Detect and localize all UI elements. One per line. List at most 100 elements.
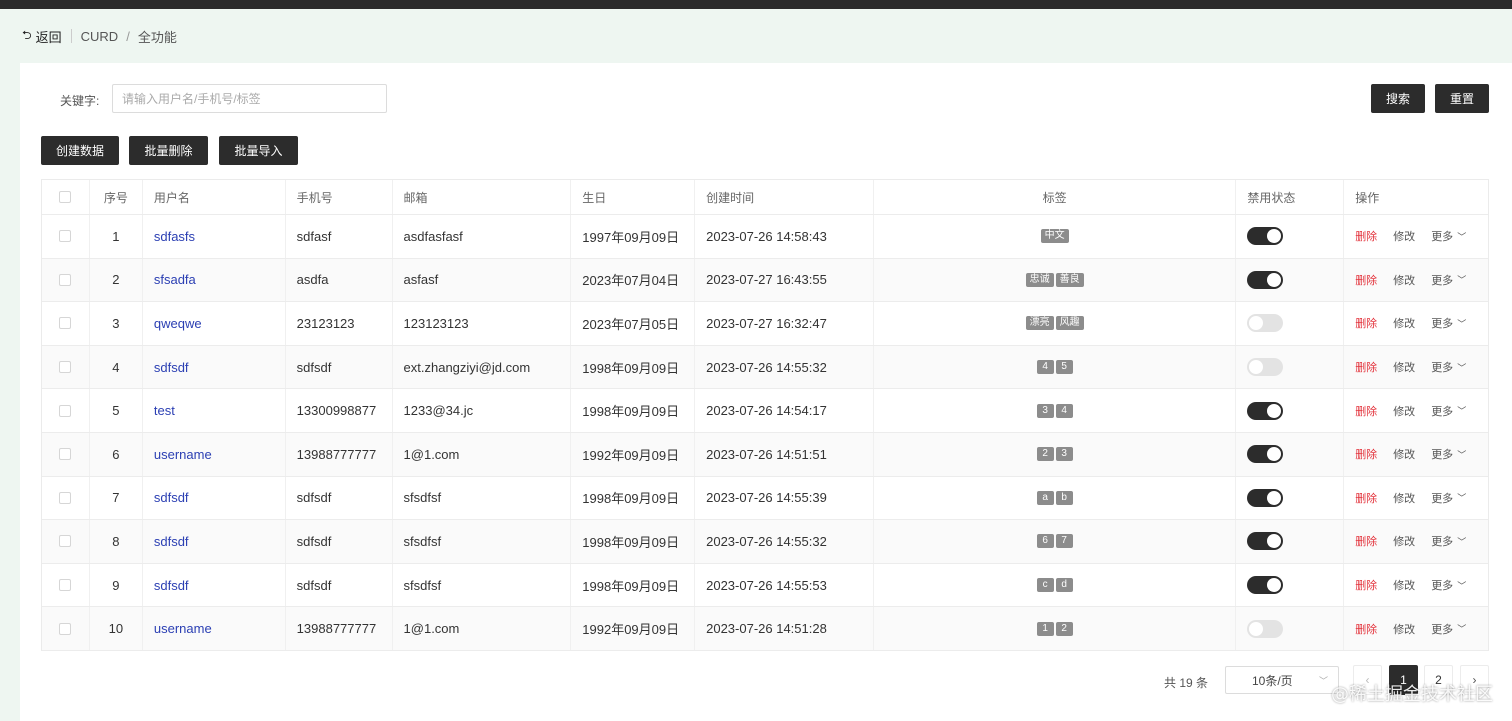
header-select-all — [42, 180, 90, 214]
tags-cell: ab — [874, 476, 1237, 520]
delete-button[interactable]: 删除 — [1355, 446, 1377, 462]
username-link[interactable]: sfsadfa — [154, 272, 196, 287]
more-dropdown[interactable]: 更多 ﹀ — [1431, 359, 1466, 375]
username-cell: sdfsdf — [143, 520, 286, 563]
row-checkbox[interactable] — [59, 273, 72, 286]
more-dropdown[interactable]: 更多 ﹀ — [1431, 533, 1466, 549]
username-link[interactable]: sdfasfs — [154, 229, 195, 244]
toggle-knob — [1267, 447, 1282, 462]
more-dropdown[interactable]: 更多 ﹀ — [1431, 228, 1466, 244]
delete-button[interactable]: 删除 — [1355, 621, 1377, 637]
edit-button[interactable]: 修改 — [1393, 228, 1415, 244]
phone-cell: 13988777777 — [286, 432, 393, 476]
delete-button[interactable]: 删除 — [1355, 359, 1377, 375]
delete-button[interactable]: 删除 — [1355, 228, 1377, 244]
disable-toggle[interactable] — [1247, 314, 1284, 333]
delete-button[interactable]: 删除 — [1355, 315, 1377, 331]
reset-button[interactable]: 重置 — [1435, 84, 1489, 113]
edit-button[interactable]: 修改 — [1393, 490, 1415, 506]
row-checkbox[interactable] — [59, 579, 72, 592]
batch-delete-button[interactable]: 批量删除 — [129, 136, 208, 165]
more-dropdown[interactable]: 更多 ﹀ — [1431, 315, 1466, 331]
edit-button[interactable]: 修改 — [1393, 533, 1415, 549]
disable-toggle[interactable] — [1247, 532, 1284, 551]
more-dropdown[interactable]: 更多 ﹀ — [1431, 621, 1466, 637]
page-size-select[interactable]: 10条/页 ﹀ — [1225, 666, 1339, 694]
delete-button[interactable]: 删除 — [1355, 403, 1377, 419]
username-link[interactable]: sdfsdf — [154, 360, 189, 375]
email-cell: 1@1.com — [393, 432, 572, 476]
row-checkbox[interactable] — [59, 491, 72, 504]
actions-cell: 删除 修改 更多 ﹀ — [1344, 564, 1488, 607]
header-cell: 生日 — [571, 180, 696, 214]
username-link[interactable]: sdfsdf — [154, 534, 189, 549]
row-checkbox[interactable] — [59, 622, 72, 635]
more-dropdown[interactable]: 更多 ﹀ — [1431, 403, 1466, 419]
edit-button[interactable]: 修改 — [1393, 272, 1415, 288]
disable-toggle[interactable] — [1247, 358, 1284, 377]
edit-button[interactable]: 修改 — [1393, 446, 1415, 462]
created-time-cell: 2023-07-26 14:55:53 — [695, 563, 874, 607]
row-checkbox[interactable] — [59, 535, 72, 548]
more-dropdown[interactable]: 更多 ﹀ — [1431, 446, 1466, 462]
disable-toggle[interactable] — [1247, 445, 1284, 464]
edit-button[interactable]: 修改 — [1393, 359, 1415, 375]
back-button[interactable]: ⮌ 返回 — [22, 26, 62, 47]
row-checkbox[interactable] — [59, 230, 72, 243]
actions-cell: 删除 修改 更多 ﹀ — [1344, 607, 1488, 650]
birthday-cell: 1998年09月09日 — [571, 389, 696, 432]
tag-badge: b — [1055, 490, 1073, 505]
birthday-cell: 2023年07月04日 — [571, 258, 696, 302]
chevron-down-icon: ﹀ — [1457, 275, 1467, 286]
row-checkbox[interactable] — [59, 448, 72, 461]
username-link[interactable]: sdfsdf — [154, 490, 189, 505]
birthday-cell: 1998年09月09日 — [571, 345, 696, 389]
disable-toggle[interactable] — [1247, 270, 1284, 289]
table-row: 5 test 13300998877 1233@34.jc 1998年09月09日 202… — [42, 389, 1488, 433]
delete-button[interactable]: 删除 — [1355, 272, 1377, 288]
delete-button[interactable]: 删除 — [1355, 533, 1377, 549]
toggle-knob — [1267, 403, 1282, 418]
username-link[interactable]: sdfsdf — [154, 578, 189, 593]
header-cell: 序号 — [90, 180, 143, 214]
delete-button[interactable]: 删除 — [1355, 577, 1377, 593]
phone-cell: 13988777777 — [286, 607, 393, 650]
tag-badge: 4 — [1055, 403, 1073, 418]
more-dropdown[interactable]: 更多 ﹀ — [1431, 577, 1466, 593]
delete-button[interactable]: 删除 — [1355, 490, 1377, 506]
table-body: 1 sdfasfs sdfasf asdfasfasf 1997年09月09日 2023-… — [42, 215, 1488, 651]
username-link[interactable]: username — [154, 447, 212, 462]
username-link[interactable]: test — [154, 403, 175, 418]
create-data-button[interactable]: 创建数据 — [41, 136, 119, 165]
edit-button[interactable]: 修改 — [1393, 577, 1415, 593]
header-cell: 手机号 — [286, 180, 393, 214]
row-checkbox[interactable] — [59, 404, 72, 417]
more-dropdown[interactable]: 更多 ﹀ — [1431, 490, 1466, 506]
disable-toggle[interactable] — [1247, 401, 1284, 420]
row-checkbox[interactable] — [59, 361, 72, 374]
batch-import-button[interactable]: 批量导入 — [219, 136, 298, 165]
edit-button[interactable]: 修改 — [1393, 403, 1415, 419]
search-button[interactable]: 搜索 — [1371, 84, 1425, 113]
username-cell: qweqwe — [143, 302, 286, 345]
disable-toggle[interactable] — [1247, 227, 1284, 246]
breadcrumb-item-curd[interactable]: CURD — [81, 29, 119, 44]
row-checkbox[interactable] — [59, 317, 72, 330]
tag-badge: c — [1036, 578, 1054, 593]
header-cell: 邮箱 — [393, 180, 572, 214]
disable-toggle[interactable] — [1247, 488, 1284, 507]
select-all-checkbox[interactable] — [59, 191, 72, 203]
toggle-knob — [1267, 490, 1282, 505]
edit-button[interactable]: 修改 — [1393, 621, 1415, 637]
keyword-input[interactable] — [112, 84, 387, 113]
birthday-cell: 1998年09月09日 — [571, 476, 696, 520]
disable-toggle[interactable] — [1247, 619, 1284, 638]
username-link[interactable]: qweqwe — [154, 316, 202, 331]
username-link[interactable]: username — [154, 621, 212, 636]
more-label: 更多 — [1431, 492, 1454, 505]
more-dropdown[interactable]: 更多 ﹀ — [1431, 272, 1466, 288]
birthday-cell: 1998年09月09日 — [571, 520, 696, 563]
edit-button[interactable]: 修改 — [1393, 315, 1415, 331]
tag-badge: 2 — [1036, 447, 1054, 462]
disable-toggle[interactable] — [1247, 576, 1284, 595]
